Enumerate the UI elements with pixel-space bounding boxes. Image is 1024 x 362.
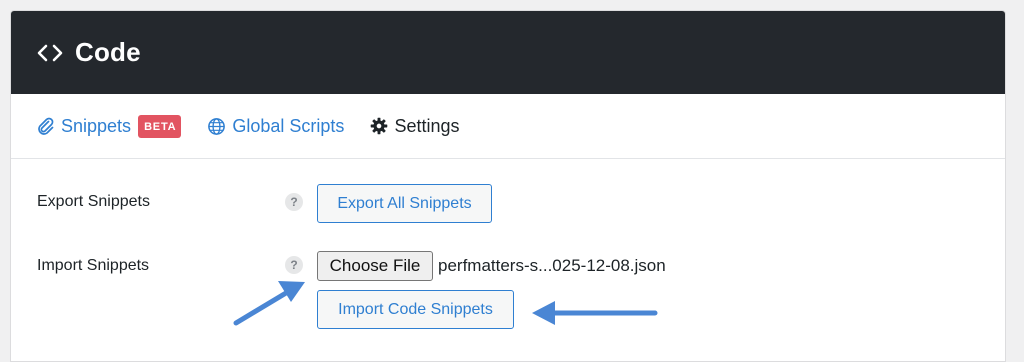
tab-settings[interactable]: Settings (370, 116, 459, 137)
choose-file-button[interactable]: Choose File (317, 251, 433, 281)
tab-global-scripts-label: Global Scripts (232, 115, 345, 136)
export-help-icon[interactable]: ? (285, 193, 303, 211)
code-brackets-icon (37, 39, 65, 67)
paperclip-icon (37, 117, 55, 135)
export-snippets-label: Export Snippets (37, 193, 150, 210)
page-header: Code (11, 11, 1005, 94)
tab-snippets-label: Snippets (61, 115, 132, 136)
import-help-icon[interactable]: ? (285, 256, 303, 274)
tab-bar: Snippets BETA Global Scripts Settings (11, 94, 1005, 159)
selected-file-name: perfmatters-s...025-12-08.json (438, 256, 666, 275)
import-code-snippets-button[interactable]: Import Code Snippets (317, 290, 514, 329)
import-snippets-label: Import Snippets (37, 257, 150, 274)
globe-icon (207, 117, 226, 136)
tab-snippets[interactable]: Snippets BETA (37, 114, 182, 138)
gear-icon (370, 117, 388, 135)
beta-badge: BETA (138, 114, 182, 138)
tab-settings-label: Settings (394, 115, 460, 136)
export-all-snippets-button[interactable]: Export All Snippets (317, 184, 492, 223)
tab-global-scripts[interactable]: Global Scripts (207, 116, 344, 137)
page-title: Code (75, 37, 141, 67)
